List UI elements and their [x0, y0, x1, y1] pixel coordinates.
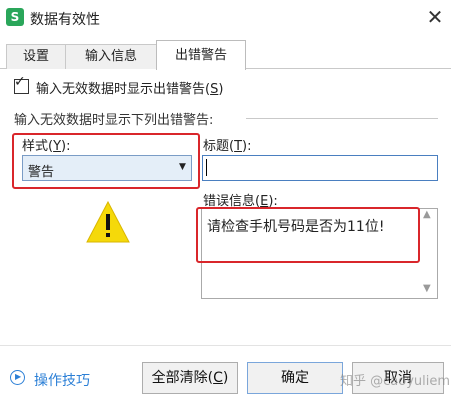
checkmark-icon: ✓: [14, 74, 26, 90]
section-divider: [246, 118, 438, 119]
text-caret: [206, 159, 207, 176]
tab-error-alert[interactable]: 出错警告: [156, 40, 246, 70]
tips-link[interactable]: 操作技巧: [34, 370, 90, 390]
title-input[interactable]: [202, 155, 438, 181]
title-label: 标题(T):: [203, 139, 252, 154]
style-highlight-box: [12, 133, 200, 189]
scroll-down-icon[interactable]: ▼: [423, 283, 431, 294]
section-label: 输入无效数据时显示下列出错警告:: [14, 113, 214, 128]
footer-divider: [0, 345, 451, 346]
watermark: 知乎 @caoyuliem: [340, 374, 451, 389]
ok-button[interactable]: 确定: [247, 362, 343, 394]
clear-all-button[interactable]: 全部清除(C): [142, 362, 238, 394]
play-icon: ▶: [15, 372, 22, 381]
close-icon[interactable]: ✕: [424, 4, 446, 30]
error-message-highlight-box: [196, 207, 420, 263]
show-error-checkbox-label[interactable]: 输入无效数据时显示出错警告(S): [36, 78, 223, 97]
app-logo-icon: S: [6, 8, 24, 26]
scroll-up-icon[interactable]: ▲: [423, 209, 431, 220]
dialog-title: 数据有效性: [30, 12, 100, 28]
tab-settings[interactable]: 设置: [6, 44, 66, 69]
tab-input-message[interactable]: 输入信息: [65, 44, 157, 69]
warning-icon: [86, 200, 130, 243]
